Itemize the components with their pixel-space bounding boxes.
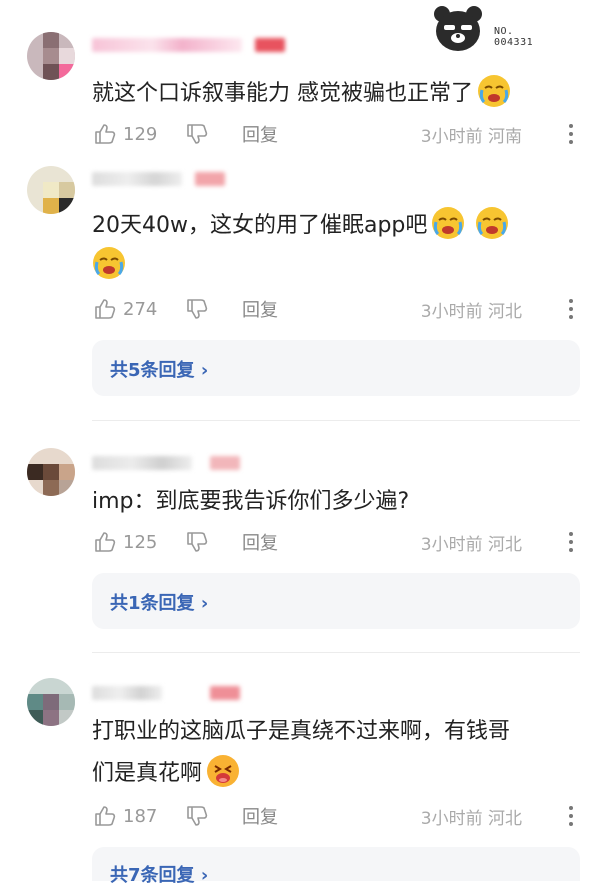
crying-emoji-icon [478,75,510,107]
like-count: 187 [123,805,158,827]
comment-text: 打职业的这脑瓜子是真绕不过来啊，有钱哥 [92,719,511,744]
reply-button[interactable]: 回复 [242,294,278,324]
thumbs-up-icon [95,806,116,826]
thumbs-up-icon [95,532,116,552]
chevron-right-icon: › [200,865,209,886]
avatar[interactable] [27,678,75,726]
dislike-button[interactable] [184,801,210,831]
avatar[interactable] [27,166,75,214]
thumbs-down-icon [187,124,208,144]
more-options-icon[interactable] [568,805,574,827]
avatar[interactable] [27,448,75,496]
chevron-right-icon: › [200,360,209,381]
badge-line1: NO. [494,26,514,37]
username-blurred[interactable] [92,172,182,186]
user-tag-blurred [255,38,285,52]
more-options-icon[interactable] [568,123,574,145]
comment-meta: 3小时前 河北 [420,302,522,322]
username-blurred[interactable] [92,38,242,52]
reply-button[interactable]: 回复 [242,527,278,557]
watermark-badge: NO. 004331 [432,4,572,54]
view-replies-button[interactable]: 共1条回复 › [92,573,580,629]
thumbs-up-icon [95,299,116,319]
avatar[interactable] [27,32,75,80]
divider [92,420,580,421]
thumbs-up-icon [95,124,116,144]
thumbs-down-icon [187,532,208,552]
user-tag-blurred [210,456,240,470]
drooling-emoji-icon [207,755,240,787]
like-button[interactable]: 125 [92,527,157,557]
reply-button[interactable]: 回复 [242,801,278,831]
crying-emoji-icon [432,207,465,239]
like-count: 274 [123,298,158,320]
crying-emoji-icon [93,247,125,279]
badge-line2: 004331 [494,37,534,48]
like-count: 125 [123,531,158,553]
comment-meta: 3小时前 河北 [420,535,522,555]
like-button[interactable]: 187 [92,801,157,831]
more-options-icon[interactable] [568,298,574,320]
like-count: 129 [123,123,158,145]
comment-text-line2: 们是真花啊 [92,754,570,794]
thumbs-down-icon [187,299,208,319]
like-button[interactable]: 274 [92,294,157,324]
username-blurred[interactable] [92,456,192,470]
like-button[interactable]: 129 [92,119,157,149]
dislike-button[interactable] [184,119,210,149]
comment-text: 就这个口诉叙事能力 感觉被骗也正常了 [92,74,570,114]
user-tag-blurred [210,686,240,700]
divider [92,652,580,653]
user-tag-blurred [195,172,225,186]
dislike-button[interactable] [184,527,210,557]
dislike-button[interactable] [184,294,210,324]
comment-text: 20天40w，这女的用了催眠app吧 [92,206,570,246]
more-options-icon[interactable] [568,531,574,553]
crying-emoji-icon [476,207,509,239]
comment-text: imp：到底要我告诉你们多少遍? [92,489,410,514]
comment-meta: 3小时前 河南 [420,127,522,147]
chevron-right-icon: › [200,593,209,614]
username-blurred[interactable] [92,686,162,700]
thumbs-down-icon [187,806,208,826]
reply-button[interactable]: 回复 [242,119,278,149]
bear-mascot-icon [434,6,482,51]
view-replies-button[interactable]: 共7条回复 › [92,847,580,886]
view-replies-button[interactable]: 共5条回复 › [92,340,580,396]
comment-meta: 3小时前 河北 [420,809,522,829]
